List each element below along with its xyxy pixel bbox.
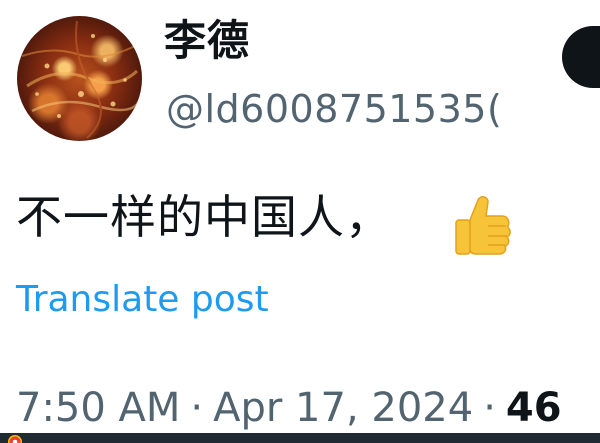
meta-separator: · [483,385,496,431]
post-view: 李德 @ld6008751535( 不一样的中国人， Translate pos… [0,0,600,443]
browser-icon[interactable] [8,435,22,443]
thumbs-up-icon [455,196,511,255]
taskbar [0,433,600,443]
avatar[interactable] [17,16,142,141]
author-handle-container: @ld6008751535( [166,90,540,140]
avatar-texture [21,20,141,139]
post-text: 不一样的中国人， [16,190,392,244]
follow-button[interactable] [562,26,600,88]
post-time[interactable]: 7:50 AM [16,385,180,431]
post-date[interactable]: Apr 17, 2024 [213,385,473,431]
views-count: 46 [505,385,562,431]
author-display-name[interactable]: 李德 [164,20,250,62]
translate-post-link[interactable]: Translate post [16,282,269,318]
meta-separator: · [190,385,204,431]
post-meta: 7:50 AM · Apr 17, 2024 · 46 [16,388,562,428]
author-handle[interactable]: @ld6008751535( [166,90,540,128]
